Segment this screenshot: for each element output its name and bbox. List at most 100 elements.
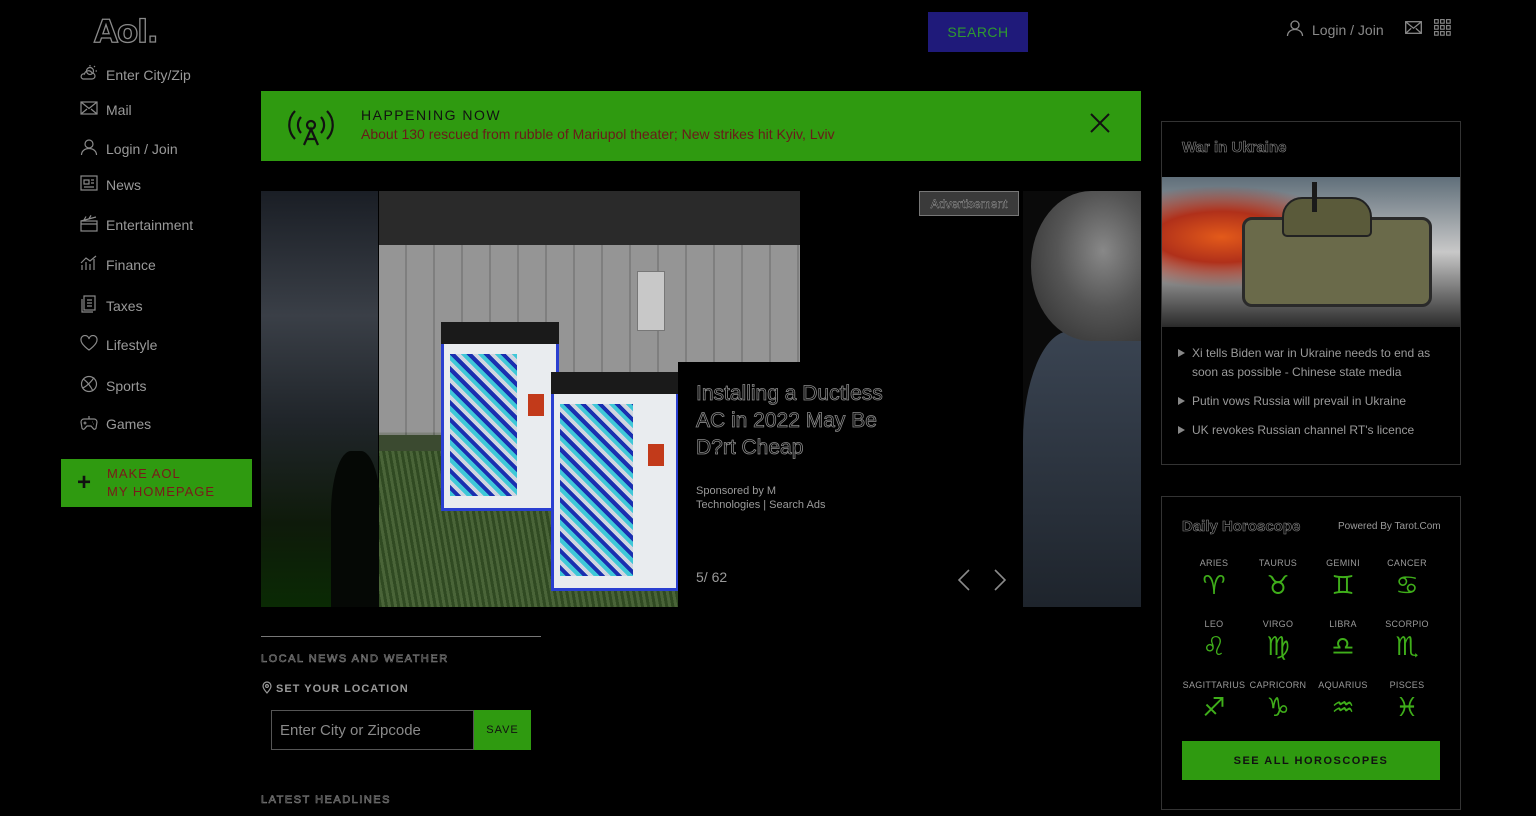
chart-icon [80,255,98,274]
list-item[interactable]: UK revokes Russian channel RT's licence [1178,421,1453,440]
sign-capricorn[interactable]: CAPRICORN ♑ [1246,680,1310,724]
banner-headline[interactable]: About 130 rescued from rubble of Mariupo… [361,126,835,142]
apps-grid-icon[interactable] [1434,19,1451,41]
aries-icon: ♈ [1202,571,1226,601]
sidebar-item-label: Taxes [106,297,143,314]
sidebar-item-entertainment[interactable]: Entertainment [80,214,194,235]
search-button[interactable]: SEARCH [928,12,1028,52]
search-input[interactable] [370,12,926,52]
sidebar-item-news[interactable]: News [80,175,141,194]
module-title[interactable]: War in Ukraine [1182,139,1287,157]
capricorn-icon: ♑ [1266,693,1290,723]
sign-libra[interactable]: LIBRA ♎ [1311,619,1375,663]
list-item[interactable]: Xi tells Biden war in Ukraine needs to e… [1178,344,1453,382]
aol-logo[interactable]: Aol. [93,13,159,50]
sidebar-item-lifestyle[interactable]: Lifestyle [80,334,158,354]
triangle-bullet-icon [1178,426,1185,434]
slide-caption: Installing a Ductless AC in 2022 May Be … [678,362,918,607]
advertisement-badge: Advertisement [919,191,1019,216]
mail-icon [80,101,98,118]
sponsor-text: Sponsored by M Technologies | Search Ads [696,485,826,511]
sidebar-item-taxes[interactable]: Taxes [80,295,143,316]
heart-icon [80,334,98,354]
triangle-bullet-icon [1178,349,1185,357]
header-login-label: Login / Join [1312,21,1384,38]
slide-title[interactable]: Installing a Ductless AC in 2022 May Be … [696,380,896,461]
header-login-link[interactable]: Login / Join [1286,19,1384,40]
sidebar-item-label: Enter City/Zip [106,66,191,83]
war-image[interactable] [1162,177,1460,327]
news-icon [80,175,98,194]
sign-aries[interactable]: ARIES ♈ [1182,558,1246,602]
broadcast-icon [285,107,337,152]
triangle-bullet-icon [1178,397,1185,405]
set-location-label: SET YOUR LOCATION [262,681,409,697]
sign-cancer[interactable]: CANCER ♋ [1375,558,1439,602]
sidebar-item-mail[interactable]: Mail [80,101,132,118]
war-in-ukraine-module: War in Ukraine Xi tells Biden war in Ukr… [1161,121,1461,465]
leo-icon: ♌ [1202,632,1226,662]
pisces-icon: ♓ [1395,693,1419,723]
scorpio-icon: ♏ [1395,632,1419,662]
make-homepage-button[interactable]: + MAKE AOL MY HOMEPAGE [61,459,252,507]
sign-virgo[interactable]: VIRGO ♍ [1246,619,1310,663]
sagittarius-icon: ♐ [1202,693,1226,723]
sign-aquarius[interactable]: AQUARIUS ♒ [1311,680,1375,724]
sidebar-item-finance[interactable]: Finance [80,255,156,274]
sidebar-item-label: Games [106,416,152,432]
war-headlines: Xi tells Biden war in Ukraine needs to e… [1178,344,1453,450]
gemini-icon: ♊ [1331,571,1355,601]
mail-icon[interactable] [1405,21,1422,39]
taurus-icon: ♉ [1266,571,1290,601]
sidebar-item-label: Entertainment [106,217,194,233]
document-icon [80,295,98,316]
user-icon [1286,19,1304,40]
sidebar-item-label: Mail [106,101,132,118]
sign-sagittarius[interactable]: SAGITTARIUS ♐ [1182,680,1246,724]
cancer-icon: ♋ [1395,571,1419,601]
see-all-horoscopes-button[interactable]: SEE ALL HOROSCOPES [1182,741,1440,780]
chevron-right-icon[interactable] [993,569,1007,596]
sign-leo[interactable]: LEO ♌ [1182,619,1246,663]
sidebar-item-login[interactable]: Login / Join [80,138,178,159]
virgo-icon: ♍ [1266,632,1290,662]
section-divider [261,636,541,637]
sidebar-item-sports[interactable]: Sports [80,375,146,396]
prev-slide-image [261,191,381,607]
next-slide-image [1023,191,1141,607]
user-icon [80,138,98,159]
local-news-heading: LOCAL NEWS AND WEATHER [261,653,449,666]
slideshow[interactable]: Installing a Ductless AC in 2022 May Be … [261,191,1141,607]
close-icon[interactable] [1089,112,1111,139]
sign-pisces[interactable]: PISCES ♓ [1375,680,1439,724]
happening-now-banner[interactable]: HAPPENING NOW About 130 rescued from rub… [261,91,1141,161]
plus-icon: + [76,469,91,496]
sidebar-item-label: Login / Join [106,140,178,157]
sidebar-item-games[interactable]: Games [80,415,151,433]
powered-by-label: Powered By Tarot.Com [1338,521,1441,532]
slide-counter: 5/ 62 [696,569,728,585]
chevron-left-icon[interactable] [957,569,971,596]
clapperboard-icon [80,214,98,235]
daily-horoscope-module: Daily Horoscope Powered By Tarot.Com ARI… [1161,496,1461,810]
sidebar-item-label: Finance [106,256,156,273]
make-homepage-label: MAKE AOL MY HOMEPAGE [107,466,216,499]
gamepad-icon [80,415,98,433]
aquarius-icon: ♒ [1331,693,1355,723]
sidebar-item-label: News [106,176,142,193]
sidebar-item-label: Sports [106,377,147,394]
sign-scorpio[interactable]: SCORPIO ♏ [1375,619,1439,663]
save-location-button[interactable]: SAVE [474,710,531,750]
sidebar-item-weather[interactable]: Enter City/Zip [80,64,191,85]
sign-taurus[interactable]: TAURUS ♉ [1246,558,1310,602]
ball-icon [80,375,98,396]
sign-gemini[interactable]: GEMINI ♊ [1311,558,1375,602]
list-item[interactable]: Putin vows Russia will prevail in Ukrain… [1178,392,1453,411]
sidebar-item-label: Lifestyle [106,336,158,353]
libra-icon: ♎ [1331,632,1355,662]
banner-title: HAPPENING NOW [361,107,502,123]
location-pin-icon [262,681,272,697]
module-title: Daily Horoscope [1182,518,1301,536]
zipcode-input[interactable] [271,710,474,750]
latest-headlines-heading: LATEST HEADLINES [261,794,391,807]
